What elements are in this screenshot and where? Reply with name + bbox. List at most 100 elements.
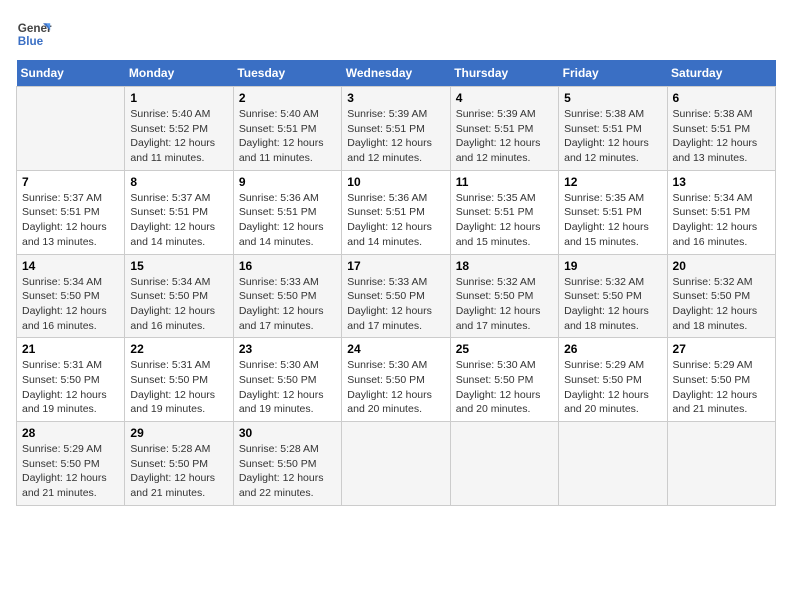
day-number: 20 [673,259,770,273]
day-info: Sunrise: 5:36 AMSunset: 5:51 PMDaylight:… [347,191,444,250]
column-header-friday: Friday [559,60,667,87]
day-cell: 2 Sunrise: 5:40 AMSunset: 5:51 PMDaylight… [233,87,341,171]
day-cell [17,87,125,171]
day-number: 3 [347,91,444,105]
week-row-3: 14 Sunrise: 5:34 AMSunset: 5:50 PMDayligh… [17,254,776,338]
column-header-thursday: Thursday [450,60,558,87]
day-number: 8 [130,175,227,189]
day-number: 4 [456,91,553,105]
day-info: Sunrise: 5:30 AMSunset: 5:50 PMDaylight:… [239,358,336,417]
day-info: Sunrise: 5:33 AMSunset: 5:50 PMDaylight:… [347,275,444,334]
day-info: Sunrise: 5:37 AMSunset: 5:51 PMDaylight:… [22,191,119,250]
day-number: 18 [456,259,553,273]
day-info: Sunrise: 5:29 AMSunset: 5:50 PMDaylight:… [564,358,661,417]
page-header: General Blue [16,16,776,52]
days-header-row: SundayMondayTuesdayWednesdayThursdayFrid… [17,60,776,87]
day-cell: 6 Sunrise: 5:38 AMSunset: 5:51 PMDaylight… [667,87,775,171]
day-cell: 10 Sunrise: 5:36 AMSunset: 5:51 PMDayligh… [342,170,450,254]
day-cell: 4 Sunrise: 5:39 AMSunset: 5:51 PMDaylight… [450,87,558,171]
day-cell: 21 Sunrise: 5:31 AMSunset: 5:50 PMDayligh… [17,338,125,422]
day-info: Sunrise: 5:29 AMSunset: 5:50 PMDaylight:… [22,442,119,501]
day-number: 1 [130,91,227,105]
day-cell [667,422,775,506]
day-cell: 16Sunrise: 5:33 AMSunset: 5:50 PMDayligh… [233,254,341,338]
day-number: 14 [22,259,119,273]
day-number: 13 [673,175,770,189]
day-number: 6 [673,91,770,105]
day-number: 23 [239,342,336,356]
day-number: 15 [130,259,227,273]
day-number: 21 [22,342,119,356]
day-cell [342,422,450,506]
day-info: Sunrise: 5:28 AMSunset: 5:50 PMDaylight:… [239,442,336,501]
day-number: 17 [347,259,444,273]
day-info: Sunrise: 5:38 AMSunset: 5:51 PMDaylight:… [564,107,661,166]
week-row-4: 21 Sunrise: 5:31 AMSunset: 5:50 PMDayligh… [17,338,776,422]
day-cell: 15 Sunrise: 5:34 AMSunset: 5:50 PMDayligh… [125,254,233,338]
day-number: 12 [564,175,661,189]
day-cell [559,422,667,506]
logo: General Blue [16,16,52,52]
day-info: Sunrise: 5:34 AMSunset: 5:50 PMDaylight:… [130,275,227,334]
day-number: 5 [564,91,661,105]
day-number: 7 [22,175,119,189]
column-header-tuesday: Tuesday [233,60,341,87]
day-info: Sunrise: 5:34 AMSunset: 5:51 PMDaylight:… [673,191,770,250]
week-row-2: 7 Sunrise: 5:37 AMSunset: 5:51 PMDaylight… [17,170,776,254]
week-row-1: 1Sunrise: 5:40 AMSunset: 5:52 PMDaylight… [17,87,776,171]
day-info: Sunrise: 5:31 AMSunset: 5:50 PMDaylight:… [22,358,119,417]
day-info: Sunrise: 5:32 AMSunset: 5:50 PMDaylight:… [564,275,661,334]
day-number: 22 [130,342,227,356]
day-info: Sunrise: 5:36 AMSunset: 5:51 PMDaylight:… [239,191,336,250]
week-row-5: 28 Sunrise: 5:29 AMSunset: 5:50 PMDayligh… [17,422,776,506]
day-cell: 23 Sunrise: 5:30 AMSunset: 5:50 PMDayligh… [233,338,341,422]
day-cell: 25 Sunrise: 5:30 AMSunset: 5:50 PMDayligh… [450,338,558,422]
day-info: Sunrise: 5:32 AMSunset: 5:50 PMDaylight:… [673,275,770,334]
day-cell: 30Sunrise: 5:28 AMSunset: 5:50 PMDayligh… [233,422,341,506]
day-cell: 5 Sunrise: 5:38 AMSunset: 5:51 PMDaylight… [559,87,667,171]
day-number: 2 [239,91,336,105]
day-cell: 18 Sunrise: 5:32 AMSunset: 5:50 PMDayligh… [450,254,558,338]
day-number: 11 [456,175,553,189]
calendar-table: SundayMondayTuesdayWednesdayThursdayFrid… [16,60,776,506]
day-number: 10 [347,175,444,189]
day-cell: 12 Sunrise: 5:35 AMSunset: 5:51 PMDayligh… [559,170,667,254]
day-number: 28 [22,426,119,440]
day-info: Sunrise: 5:38 AMSunset: 5:51 PMDaylight:… [673,107,770,166]
day-cell: 26 Sunrise: 5:29 AMSunset: 5:50 PMDayligh… [559,338,667,422]
day-number: 9 [239,175,336,189]
day-info: Sunrise: 5:28 AMSunset: 5:50 PMDaylight:… [130,442,227,501]
day-info: Sunrise: 5:33 AMSunset: 5:50 PMDaylight:… [239,275,336,334]
column-header-monday: Monday [125,60,233,87]
day-cell: 20 Sunrise: 5:32 AMSunset: 5:50 PMDayligh… [667,254,775,338]
day-number: 26 [564,342,661,356]
day-info: Sunrise: 5:31 AMSunset: 5:50 PMDaylight:… [130,358,227,417]
column-header-sunday: Sunday [17,60,125,87]
day-info: Sunrise: 5:35 AMSunset: 5:51 PMDaylight:… [564,191,661,250]
day-cell: 22 Sunrise: 5:31 AMSunset: 5:50 PMDayligh… [125,338,233,422]
day-cell: 29Sunrise: 5:28 AMSunset: 5:50 PMDayligh… [125,422,233,506]
day-info: Sunrise: 5:35 AMSunset: 5:51 PMDaylight:… [456,191,553,250]
day-info: Sunrise: 5:37 AMSunset: 5:51 PMDaylight:… [130,191,227,250]
day-cell [450,422,558,506]
day-info: Sunrise: 5:40 AMSunset: 5:51 PMDaylight:… [239,107,336,166]
day-cell: 14 Sunrise: 5:34 AMSunset: 5:50 PMDayligh… [17,254,125,338]
column-header-wednesday: Wednesday [342,60,450,87]
day-number: 19 [564,259,661,273]
day-info: Sunrise: 5:39 AMSunset: 5:51 PMDaylight:… [456,107,553,166]
day-info: Sunrise: 5:39 AMSunset: 5:51 PMDaylight:… [347,107,444,166]
day-cell: 9 Sunrise: 5:36 AMSunset: 5:51 PMDaylight… [233,170,341,254]
day-number: 27 [673,342,770,356]
day-number: 25 [456,342,553,356]
day-cell: 17 Sunrise: 5:33 AMSunset: 5:50 PMDayligh… [342,254,450,338]
day-cell: 27Sunrise: 5:29 AMSunset: 5:50 PMDayligh… [667,338,775,422]
day-info: Sunrise: 5:30 AMSunset: 5:50 PMDaylight:… [456,358,553,417]
day-info: Sunrise: 5:30 AMSunset: 5:50 PMDaylight:… [347,358,444,417]
day-cell: 24 Sunrise: 5:30 AMSunset: 5:50 PMDayligh… [342,338,450,422]
day-cell: 7 Sunrise: 5:37 AMSunset: 5:51 PMDaylight… [17,170,125,254]
day-number: 24 [347,342,444,356]
day-info: Sunrise: 5:32 AMSunset: 5:50 PMDaylight:… [456,275,553,334]
day-cell: 28 Sunrise: 5:29 AMSunset: 5:50 PMDayligh… [17,422,125,506]
logo-icon: General Blue [16,16,52,52]
day-info: Sunrise: 5:34 AMSunset: 5:50 PMDaylight:… [22,275,119,334]
